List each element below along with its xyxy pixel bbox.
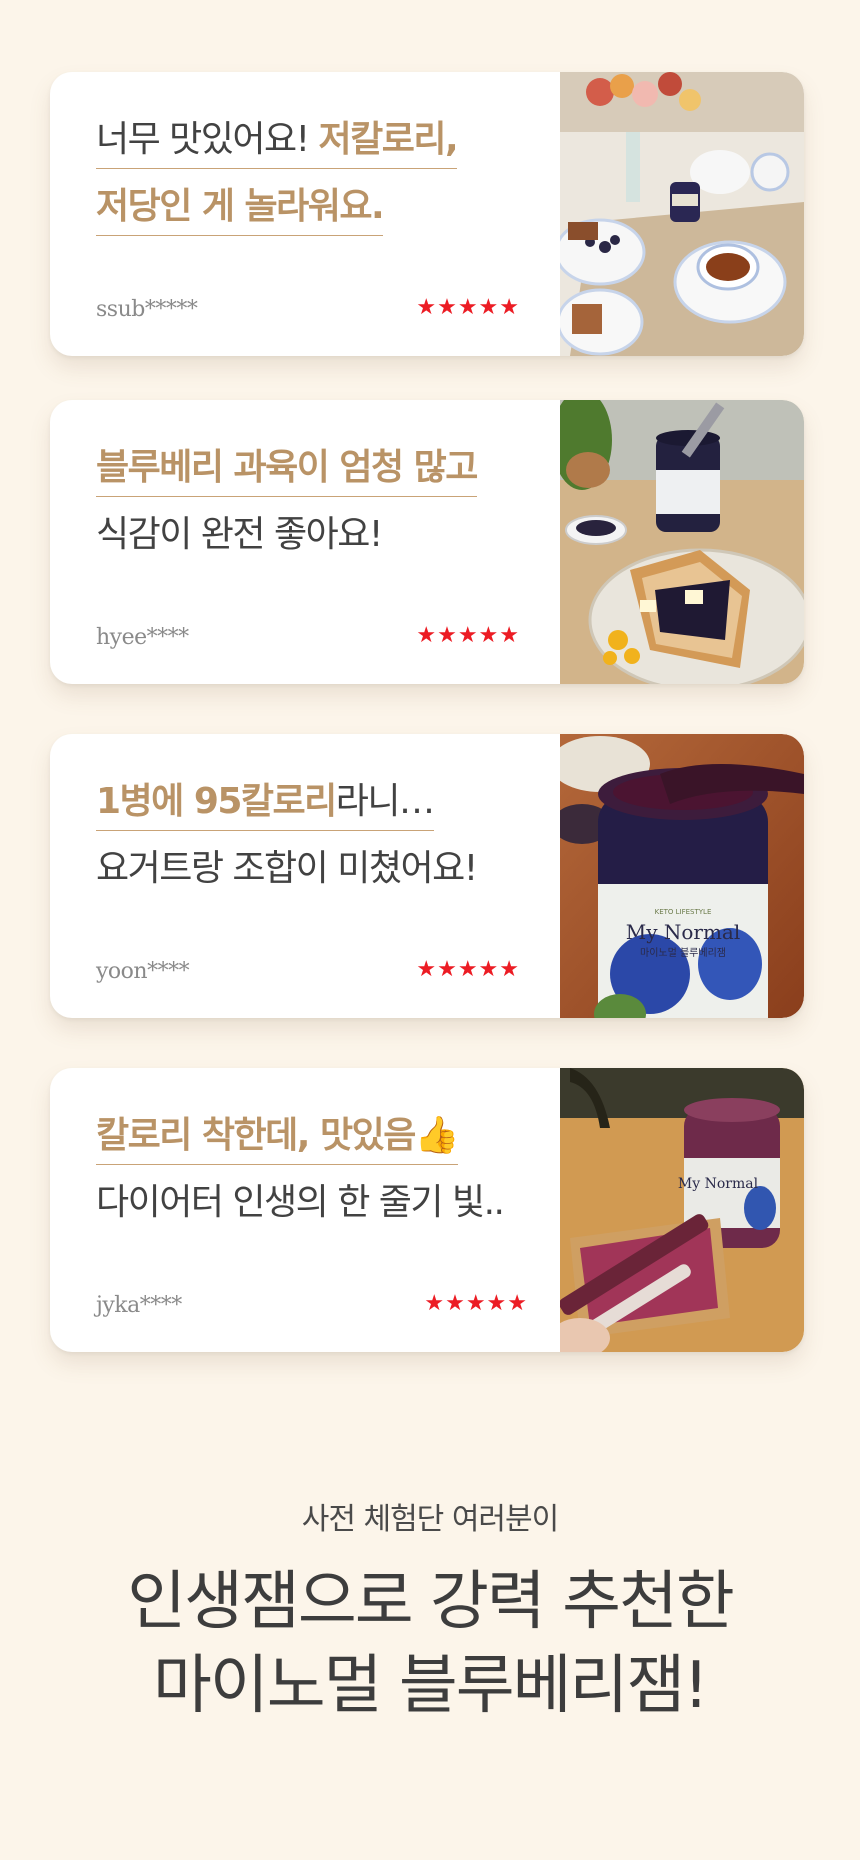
review-text-highlight: 블루베리 과육이 엄청 많고 xyxy=(96,447,478,488)
jam-cracker-photo-icon: My Normal xyxy=(560,1068,804,1352)
review-text-highlight: 저칼로리, xyxy=(318,119,459,160)
star-rating: ★★★★★ xyxy=(424,1291,528,1316)
review-card-1: 너무 맛있어요! 저칼로리, 저당인 게 놀라워요. ssub***** ★★★… xyxy=(50,72,804,356)
review-text-highlight: 1병에 95칼로리 xyxy=(96,781,337,822)
review-line: 블루베리 과육이 엄청 많고 xyxy=(96,444,478,497)
jam-toast-photo xyxy=(560,400,804,684)
reviewer-name: hyee**** xyxy=(96,625,189,650)
review-line: 저당인 게 놀라워요. xyxy=(96,183,385,236)
review-text: 1병에 95칼로리라니… 요거트랑 조합이 미쳤어요! xyxy=(96,778,596,897)
jar-brand-label: My Normal xyxy=(626,920,741,944)
review-text-part: 식감이 완전 좋아요! xyxy=(96,514,383,555)
jar-product-label: 마이노멀 블루베리잼 xyxy=(640,946,726,959)
review-text: 너무 맛있어요! 저칼로리, 저당인 게 놀라워요. xyxy=(96,116,596,236)
footer-subtitle: 사전 체험단 여러분이 xyxy=(301,1502,559,1537)
review-text: 칼로리 착한데, 맛있음👍 다이어터 인생의 한 줄기 빛.. xyxy=(96,1112,596,1231)
footer-title-line-1: 인생잼으로 강력 추천한 xyxy=(127,1565,735,1639)
review-text-highlight: 칼로리 착한데, 맛있음👍 xyxy=(96,1115,460,1156)
review-line: 너무 맛있어요! 저칼로리, xyxy=(96,116,459,169)
star-rating: ★★★★★ xyxy=(416,957,520,982)
review-line: 요거트랑 조합이 미쳤어요! xyxy=(96,845,478,897)
review-line: 1병에 95칼로리라니… xyxy=(96,778,435,831)
review-text-part: 다이어터 인생의 한 줄기 빛.. xyxy=(96,1182,505,1223)
open-jar-photo: My Normal KETO LIFESTYLE 마이노멀 블루베리잼 xyxy=(560,734,804,1018)
tea-table-photo xyxy=(560,72,804,356)
review-text-part: 요거트랑 조합이 미쳤어요! xyxy=(96,848,478,889)
review-card-3: 1병에 95칼로리라니… 요거트랑 조합이 미쳤어요! yoon**** ★★★… xyxy=(50,734,804,1018)
review-text: 블루베리 과육이 엄청 많고 식감이 완전 좋아요! xyxy=(96,444,596,563)
jam-cracker-photo: My Normal xyxy=(560,1068,804,1352)
review-card-4: 칼로리 착한데, 맛있음👍 다이어터 인생의 한 줄기 빛.. jyka****… xyxy=(50,1068,804,1352)
jam-toast-photo-icon xyxy=(560,400,804,684)
review-card-2: 블루베리 과육이 엄청 많고 식감이 완전 좋아요! hyee**** ★★★★… xyxy=(50,400,804,684)
reviewer-name: jyka**** xyxy=(96,1293,182,1318)
review-text-highlight: 저당인 게 놀라워요. xyxy=(96,186,385,227)
footer-title: 인생잼으로 강력 추천한 마이노멀 블루베리잼! xyxy=(0,1560,860,1728)
review-line: 다이어터 인생의 한 줄기 빛.. xyxy=(96,1179,505,1231)
review-text-part: 라니… xyxy=(335,781,435,822)
star-rating: ★★★★★ xyxy=(416,295,520,320)
review-text-part: 너무 맛있어요! xyxy=(96,119,319,160)
open-jar-photo-icon: My Normal KETO LIFESTYLE 마이노멀 블루베리잼 xyxy=(560,734,804,1018)
reviewer-name: yoon**** xyxy=(96,959,190,984)
star-rating: ★★★★★ xyxy=(416,623,520,648)
jar-top-label: KETO LIFESTYLE xyxy=(655,908,712,916)
review-line: 식감이 완전 좋아요! xyxy=(96,511,383,563)
jar-brand-label: My Normal xyxy=(678,1176,759,1192)
footer-title-line-2: 마이노멀 블루베리잼! xyxy=(153,1649,709,1723)
reviewer-name: ssub***** xyxy=(96,297,198,322)
tea-table-photo-icon xyxy=(560,72,804,356)
review-line: 칼로리 착한데, 맛있음👍 xyxy=(96,1112,460,1165)
